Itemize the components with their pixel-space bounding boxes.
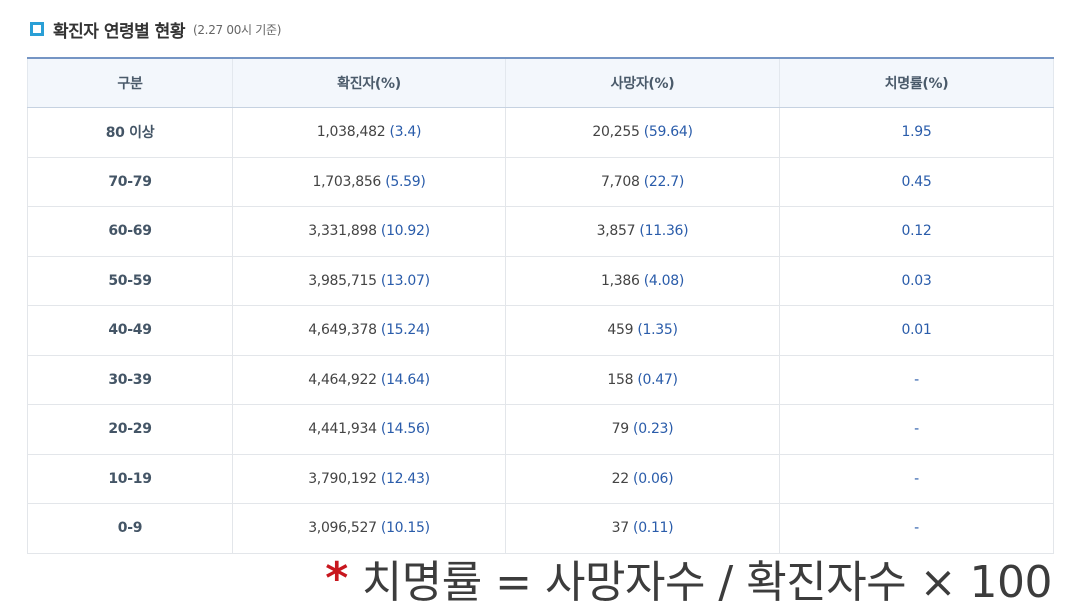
cases-cell: 4,649,378 (15.24) [232, 305, 506, 356]
cfr-cell: - [779, 454, 1054, 504]
formula-note: * 치명률 = 사망자수 / 확진자수 × 100 [325, 546, 1052, 610]
deaths-value: 79 [611, 421, 630, 438]
age-group-cell: 20-29 [27, 404, 233, 455]
age-group-cell: 80 이상 [27, 107, 233, 158]
deaths-cell: 22 (0.06) [505, 454, 780, 504]
deaths-percent: (4.08) [643, 272, 685, 289]
cases-percent: (10.92) [380, 223, 430, 240]
square-bullet-icon [30, 22, 44, 36]
deaths-percent: (11.36) [639, 223, 689, 240]
age-group-table: 구분 확진자(%) 사망자(%) 치명률(%) 80 이상 1,038,482 (… [27, 57, 1054, 554]
cases-percent: (14.64) [380, 371, 430, 388]
deaths-cell: 1,386 (4.08) [505, 256, 780, 306]
deaths-percent: (59.64) [643, 124, 693, 141]
age-group-cell: 0-9 [27, 503, 233, 554]
section-title: 확진자 연령별 현황 [53, 21, 185, 42]
cases-value: 4,649,378 [308, 322, 377, 339]
cases-cell: 1,703,856 (5.59) [232, 157, 506, 207]
cfr-cell: 0.12 [779, 206, 1054, 257]
deaths-percent: (1.35) [637, 322, 678, 339]
column-header-deaths: 사망자(%) [505, 57, 780, 108]
cfr-cell: - [779, 355, 1054, 405]
deaths-cell: 7,708 (22.7) [505, 157, 780, 207]
cases-percent: (14.56) [380, 421, 430, 438]
age-group-cell: 10-19 [27, 454, 233, 504]
asterisk-mark: * [325, 552, 348, 604]
column-header-cfr: 치명률(%) [779, 57, 1054, 108]
cases-value: 1,038,482 [316, 124, 386, 141]
table-row: 20-29 4,441,934 (14.56) 79 (0.23) - [27, 404, 1054, 455]
cases-value: 3,096,527 [308, 520, 377, 537]
deaths-cell: 79 (0.23) [505, 404, 780, 455]
deaths-percent: (22.7) [643, 173, 685, 190]
deaths-value: 7,708 [600, 173, 640, 190]
cases-value: 3,790,192 [308, 470, 377, 487]
cases-value: 4,441,934 [308, 421, 377, 438]
table-header-row: 구분 확진자(%) 사망자(%) 치명률(%) [27, 57, 1054, 108]
section-header: 확진자 연령별 현황 (2.27 00시 기준) [30, 14, 281, 44]
table-row: 40-49 4,649,378 (15.24) 459 (1.35) 0.01 [27, 305, 1054, 356]
deaths-cell: 459 (1.35) [505, 305, 780, 356]
cases-percent: (12.43) [380, 470, 430, 487]
cases-percent: (15.24) [380, 322, 430, 339]
section-subtitle: (2.27 00시 기준) [192, 22, 282, 37]
cases-percent: (3.4) [389, 124, 422, 141]
deaths-value: 22 [611, 470, 630, 487]
table-row: 60-69 3,331,898 (10.92) 3,857 (11.36) 0.12 [27, 206, 1054, 257]
cases-cell: 4,464,922 (14.64) [232, 355, 506, 405]
deaths-percent: (0.06) [633, 470, 674, 487]
deaths-value: 1,386 [600, 272, 640, 289]
table-row: 10-19 3,790,192 (12.43) 22 (0.06) - [27, 454, 1054, 504]
table-row: 80 이상 1,038,482 (3.4) 20,255 (59.64) 1.95 [27, 107, 1054, 158]
age-group-cell: 40-49 [27, 305, 233, 356]
table-row: 50-59 3,985,715 (13.07) 1,386 (4.08) 0.03 [27, 256, 1054, 306]
cases-value: 1,703,856 [312, 173, 382, 190]
formula-text: 치명률 = 사망자수 / 확진자수 × 100 [361, 557, 1053, 608]
cases-percent: (13.07) [380, 272, 430, 289]
age-group-cell: 50-59 [27, 256, 233, 306]
cfr-cell: 0.45 [779, 157, 1054, 207]
cases-percent: (10.15) [380, 520, 430, 537]
deaths-cell: 158 (0.47) [505, 355, 780, 405]
cfr-cell: 1.95 [779, 107, 1054, 158]
cfr-cell: 0.03 [779, 256, 1054, 306]
cases-value: 3,331,898 [308, 223, 377, 240]
age-group-cell: 70-79 [27, 157, 233, 207]
table-row: 30-39 4,464,922 (14.64) 158 (0.47) - [27, 355, 1054, 405]
cases-percent: (5.59) [385, 173, 426, 190]
age-group-cell: 30-39 [27, 355, 233, 405]
deaths-value: 459 [607, 322, 634, 339]
deaths-cell: 20,255 (59.64) [505, 107, 780, 158]
deaths-value: 20,255 [592, 124, 640, 141]
cfr-cell: 0.01 [779, 305, 1054, 356]
column-header-group: 구분 [27, 57, 233, 108]
deaths-value: 158 [607, 371, 634, 388]
cases-value: 4,464,922 [308, 371, 377, 388]
cases-cell: 3,985,715 (13.07) [232, 256, 506, 306]
cases-cell: 4,441,934 (14.56) [232, 404, 506, 455]
deaths-value: 37 [611, 520, 630, 537]
deaths-percent: (0.11) [633, 520, 674, 537]
cases-cell: 3,331,898 (10.92) [232, 206, 506, 257]
deaths-percent: (0.23) [633, 421, 674, 438]
cfr-cell: - [779, 404, 1054, 455]
deaths-value: 3,857 [596, 223, 636, 240]
age-group-cell: 60-69 [27, 206, 233, 257]
deaths-cell: 3,857 (11.36) [505, 206, 780, 257]
table-row: 70-79 1,703,856 (5.59) 7,708 (22.7) 0.45 [27, 157, 1054, 207]
column-header-cases: 확진자(%) [232, 57, 506, 108]
cases-cell: 3,790,192 (12.43) [232, 454, 506, 504]
cases-value: 3,985,715 [308, 272, 377, 289]
deaths-percent: (0.47) [637, 371, 678, 388]
cases-cell: 1,038,482 (3.4) [232, 107, 506, 158]
